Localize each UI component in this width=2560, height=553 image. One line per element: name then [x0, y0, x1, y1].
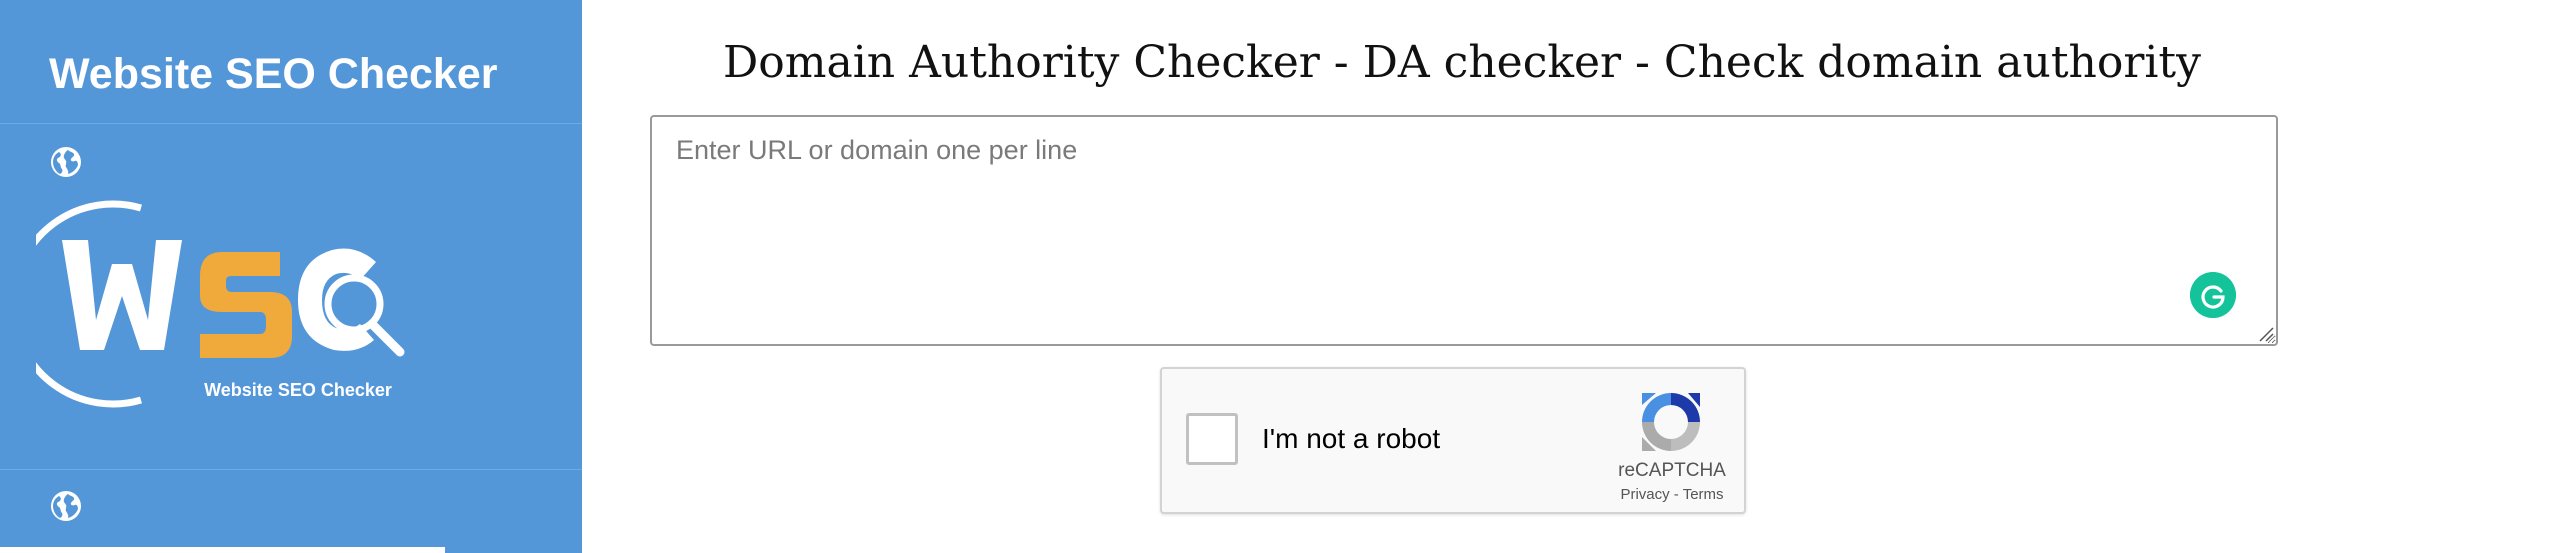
recaptcha-links: Privacy - Terms [1582, 486, 1762, 503]
brand-title[interactable]: Website SEO Checker [49, 46, 498, 102]
logo-caption: Website SEO Checker [204, 380, 392, 400]
globe-icon[interactable] [50, 490, 82, 522]
resize-handle-icon[interactable] [2258, 326, 2274, 342]
page: Website SEO Checker Website SEO Checker [0, 0, 2560, 553]
privacy-link[interactable]: Privacy [1620, 486, 1669, 503]
recaptcha-brand: reCAPTCHA [1618, 460, 1726, 481]
logo[interactable]: Website SEO Checker [36, 200, 416, 410]
sidebar-divider [0, 469, 582, 470]
globe-icon[interactable] [50, 146, 82, 178]
grammarly-icon[interactable] [2190, 272, 2236, 318]
sidebar: Website SEO Checker Website SEO Checker [0, 0, 582, 553]
url-input[interactable] [650, 115, 2278, 346]
recaptcha-label: I'm not a robot [1262, 423, 1441, 454]
sidebar-search-field-edge[interactable] [0, 547, 445, 553]
terms-link[interactable]: Terms [1683, 486, 1724, 503]
link-separator: - [1673, 486, 1679, 503]
page-title: Domain Authority Checker - DA checker - … [723, 37, 2201, 88]
recaptcha-widget: I'm not a robot reCAPTCHA Privacy - Term… [1160, 367, 1746, 514]
recaptcha-logo-icon [1642, 393, 1700, 451]
sidebar-divider [0, 123, 582, 124]
recaptcha-checkbox[interactable] [1186, 413, 1238, 465]
